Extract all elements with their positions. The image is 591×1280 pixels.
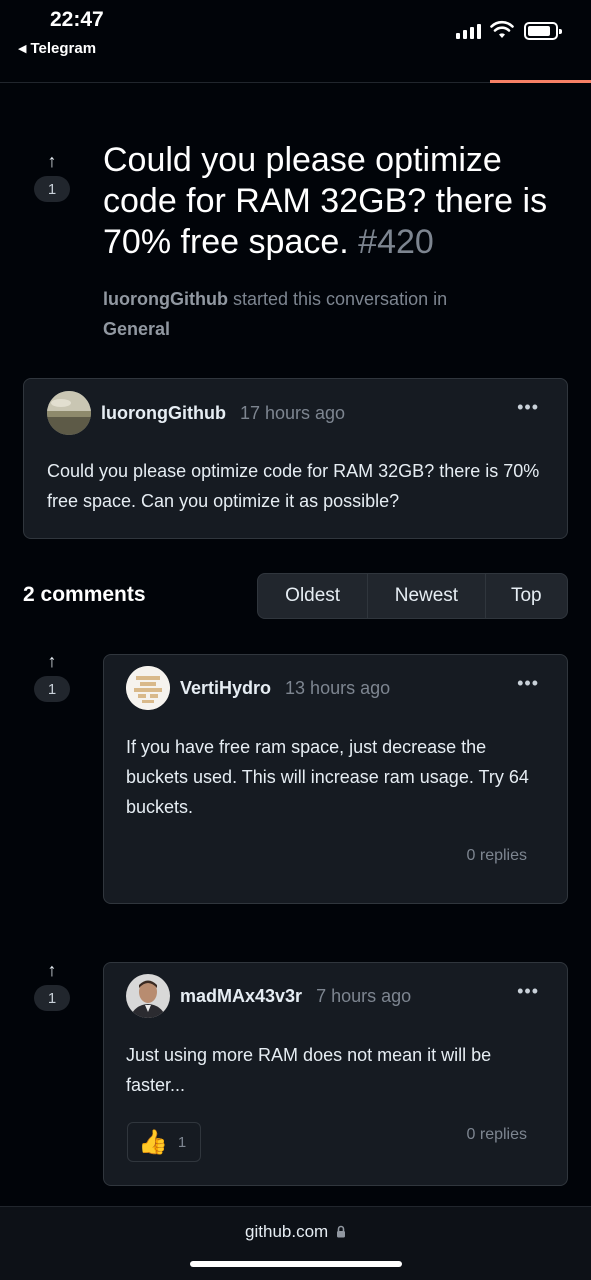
reaction-count: 1	[177, 1133, 187, 1151]
avatar[interactable]	[126, 974, 170, 1018]
home-indicator[interactable]	[190, 1261, 402, 1267]
comment-time[interactable]: 7 hours ago	[316, 986, 411, 1007]
url-text: github.com	[245, 1222, 329, 1241]
more-options-icon[interactable]: •••	[517, 397, 539, 418]
title-text: Could you please optimize code for RAM 3…	[103, 141, 548, 261]
back-app-label: Telegram	[30, 40, 97, 57]
discussion-meta: luorongGithub started this conversation …	[103, 284, 553, 344]
avatar[interactable]	[47, 391, 91, 435]
sort-newest-button[interactable]: Newest	[367, 574, 484, 618]
comment-time[interactable]: 13 hours ago	[285, 678, 390, 699]
vote-count: 1	[34, 985, 70, 1011]
discussion-number: #420	[358, 223, 434, 261]
discussion-title: Could you please optimize code for RAM 3…	[103, 140, 573, 263]
more-options-icon[interactable]: •••	[517, 673, 539, 694]
post-author[interactable]: luorongGithub	[101, 403, 226, 424]
avatar[interactable]	[126, 666, 170, 710]
upvote-arrow-icon[interactable]: ↑	[48, 152, 57, 170]
thumbs-up-icon: 👍	[138, 1128, 168, 1156]
back-triangle-icon: ◀	[18, 43, 27, 55]
back-to-app-link[interactable]: ◀ Telegram	[18, 40, 96, 57]
vote-count: 1	[34, 676, 70, 702]
comment-body: If you have free ram space, just decreas…	[126, 737, 529, 817]
browser-bottom-bar	[0, 1206, 591, 1280]
comments-count: 2 comments	[23, 583, 146, 606]
post-time[interactable]: 17 hours ago	[240, 403, 345, 424]
replies-count[interactable]: 0 replies	[467, 847, 527, 865]
more-options-icon[interactable]: •••	[517, 981, 539, 1002]
vote-count: 1	[34, 176, 70, 202]
upvote-arrow-icon[interactable]: ↑	[48, 961, 57, 979]
original-post-card: luorongGithub 17 hours ago ••• Could you…	[23, 378, 568, 539]
comment-card: VertiHydro 13 hours ago ••• If you have …	[103, 654, 568, 904]
author-link[interactable]: luorongGithub	[103, 289, 228, 309]
comment-vote[interactable]: ↑ 1	[33, 961, 71, 1011]
thumbs-up-reaction-button[interactable]: 👍 1	[127, 1122, 201, 1162]
replies-count[interactable]: 0 replies	[467, 1126, 527, 1144]
sort-top-button[interactable]: Top	[484, 574, 567, 618]
category-link[interactable]: General	[103, 319, 170, 339]
comment-body: Just using more RAM does not mean it wil…	[126, 1045, 492, 1095]
post-body: Could you please optimize code for RAM 3…	[47, 461, 540, 511]
page-progress-bar	[490, 80, 591, 83]
url-bar[interactable]: github.com	[0, 1222, 591, 1243]
sort-segmented-control: Oldest Newest Top	[257, 573, 568, 619]
comment-header: VertiHydro 13 hours ago	[126, 666, 390, 710]
comment-card: madMAx43v3r 7 hours ago ••• Just using m…	[103, 962, 568, 1186]
comment-header: madMAx43v3r 7 hours ago	[126, 974, 411, 1018]
discussion-vote[interactable]: ↑ 1	[33, 152, 71, 202]
wifi-icon	[490, 20, 514, 45]
comment-author[interactable]: madMAx43v3r	[180, 986, 302, 1007]
post-header: luorongGithub 17 hours ago	[47, 391, 345, 435]
battery-icon	[524, 22, 562, 40]
upvote-arrow-icon[interactable]: ↑	[48, 652, 57, 670]
started-text: started this conversation in	[232, 289, 448, 309]
lock-icon	[336, 1223, 346, 1243]
comment-vote[interactable]: ↑ 1	[33, 652, 71, 702]
sort-oldest-button[interactable]: Oldest	[258, 574, 367, 618]
comment-author[interactable]: VertiHydro	[180, 678, 271, 699]
status-time: 22:47	[50, 8, 104, 31]
cellular-signal-icon	[456, 24, 481, 39]
